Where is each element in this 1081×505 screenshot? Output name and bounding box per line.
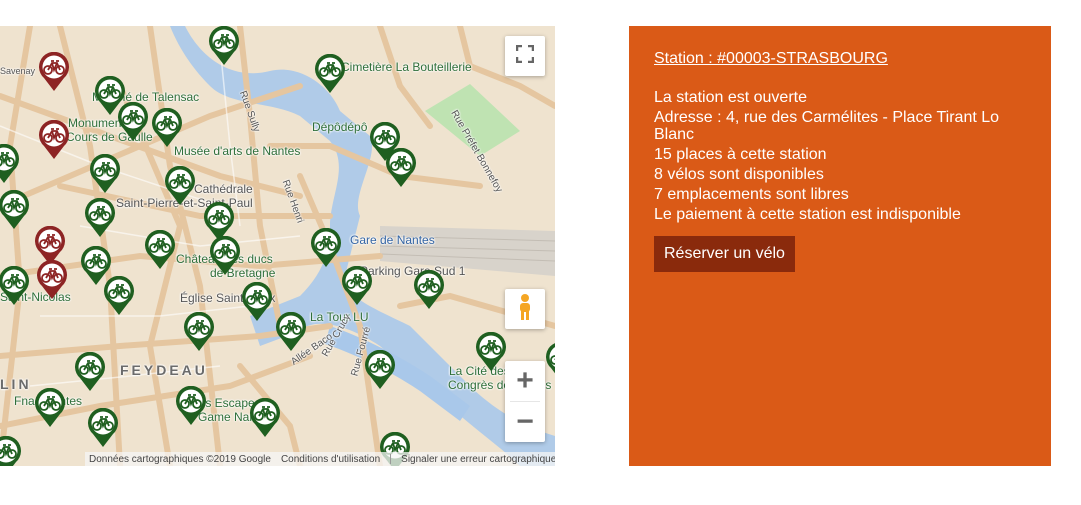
station-marker[interactable] [341, 266, 373, 306]
map-label-lin: LIN [0, 376, 32, 392]
station-marker[interactable] [103, 276, 135, 316]
station-marker[interactable] [89, 154, 121, 194]
station-marker[interactable] [0, 190, 30, 230]
station-marker[interactable] [310, 228, 342, 268]
attribution-data: Données cartographiques ©2019 Google [89, 453, 271, 465]
bike-marker-icon [546, 343, 555, 374]
station-marker[interactable] [385, 148, 417, 188]
bike-marker-icon [0, 436, 21, 466]
zoom-in-button[interactable]: + [505, 361, 545, 401]
station-marker[interactable] [314, 54, 346, 94]
station-marker[interactable] [209, 236, 241, 276]
zoom-control: + − [505, 361, 545, 442]
bike-marker-icon [0, 266, 29, 305]
station-marker[interactable] [144, 230, 176, 270]
bike-marker-icon [88, 408, 118, 447]
bike-marker-icon [90, 154, 120, 193]
bike-marker-icon [85, 198, 115, 237]
bike-marker-icon [37, 260, 67, 299]
map-label-feydeau: FEYDEAU [120, 362, 208, 378]
attribution-divider [390, 454, 392, 464]
station-marker[interactable] [275, 312, 307, 352]
bike-marker-icon [414, 270, 444, 309]
fullscreen-button[interactable] [505, 36, 545, 76]
bike-marker-icon [242, 282, 272, 321]
station-marker[interactable] [241, 282, 273, 322]
map-label-musee: Musée d'arts de Nantes [174, 144, 301, 158]
bike-marker-icon [35, 388, 65, 427]
bike-marker-icon [39, 120, 69, 159]
station-places: 15 places à cette station [654, 146, 827, 163]
bike-marker-icon [276, 312, 306, 351]
reserve-bike-button[interactable]: Réserver un vélo [654, 236, 795, 272]
bike-marker-icon [145, 230, 175, 269]
station-marker[interactable] [0, 266, 30, 306]
bike-marker-icon [75, 352, 105, 391]
station-marker[interactable] [413, 270, 445, 310]
pegman-icon [516, 293, 534, 326]
station-marker[interactable] [364, 350, 396, 390]
attribution-report-link[interactable]: Signaler une erreur cartographique [401, 454, 555, 465]
station-marker[interactable] [74, 352, 106, 392]
map-label-savenay: Savenay [0, 66, 36, 76]
attribution-terms-link[interactable]: Conditions d'utilisation [281, 454, 380, 465]
map-label-cathedrale: Cathédrale [194, 182, 253, 196]
map-label-gare: Gare de Nantes [350, 233, 435, 247]
street-view-button[interactable] [505, 289, 545, 329]
bike-marker-icon [315, 54, 345, 93]
fullscreen-icon [515, 44, 535, 68]
station-payment: Le paiement à cette station est indispon… [654, 206, 961, 223]
station-marker[interactable] [38, 52, 70, 92]
bike-marker-icon [0, 190, 29, 229]
zoom-out-button[interactable]: − [505, 402, 545, 442]
bike-marker-icon [342, 266, 372, 305]
station-marker[interactable] [183, 312, 215, 352]
station-free: 7 emplacements sont libres [654, 186, 849, 203]
station-address: Adresse : 4, rue des Carmélites - Place … [654, 109, 1000, 143]
station-marker[interactable] [208, 26, 240, 66]
station-marker[interactable] [249, 398, 281, 438]
map-label-depot: Dépôdépô [312, 120, 368, 134]
bike-marker-icon [209, 26, 239, 65]
bike-marker-icon [152, 108, 182, 147]
bike-marker-icon [118, 102, 148, 141]
map-attribution: Données cartographiques ©2019 Google Con… [85, 452, 555, 466]
bike-marker-icon [165, 166, 195, 205]
bike-marker-icon [176, 386, 206, 425]
station-marker[interactable] [475, 332, 507, 372]
bike-marker-icon [184, 312, 214, 351]
station-marker[interactable] [151, 108, 183, 148]
station-marker[interactable] [164, 166, 196, 206]
station-bikes: 8 vélos sont disponibles [654, 166, 824, 183]
bike-marker-icon [311, 228, 341, 267]
map[interactable]: Savenay Marché de Talensac Cimetière La … [0, 26, 555, 466]
station-marker[interactable] [34, 388, 66, 428]
bike-marker-icon [0, 144, 19, 183]
station-marker[interactable] [87, 408, 119, 448]
station-title[interactable]: Station : #00003-STRASBOURG [654, 50, 1026, 68]
station-panel: Station : #00003-STRASBOURG La station e… [629, 26, 1051, 466]
station-marker[interactable] [0, 436, 22, 466]
bike-marker-icon [210, 236, 240, 275]
station-marker[interactable] [545, 342, 555, 382]
station-marker[interactable] [175, 386, 207, 426]
station-marker[interactable] [36, 260, 68, 300]
station-marker[interactable] [117, 102, 149, 142]
bike-marker-icon [250, 398, 280, 437]
bike-marker-icon [39, 52, 69, 91]
bike-marker-icon [476, 332, 506, 371]
station-marker[interactable] [0, 144, 20, 184]
map-label-cimetiere: Cimetière La Bouteillerie [341, 60, 472, 74]
bike-marker-icon [104, 276, 134, 315]
bike-marker-icon [386, 148, 416, 187]
station-status: La station est ouverte [654, 89, 807, 106]
station-marker[interactable] [84, 198, 116, 238]
station-marker[interactable] [38, 120, 70, 160]
bike-marker-icon [365, 350, 395, 389]
